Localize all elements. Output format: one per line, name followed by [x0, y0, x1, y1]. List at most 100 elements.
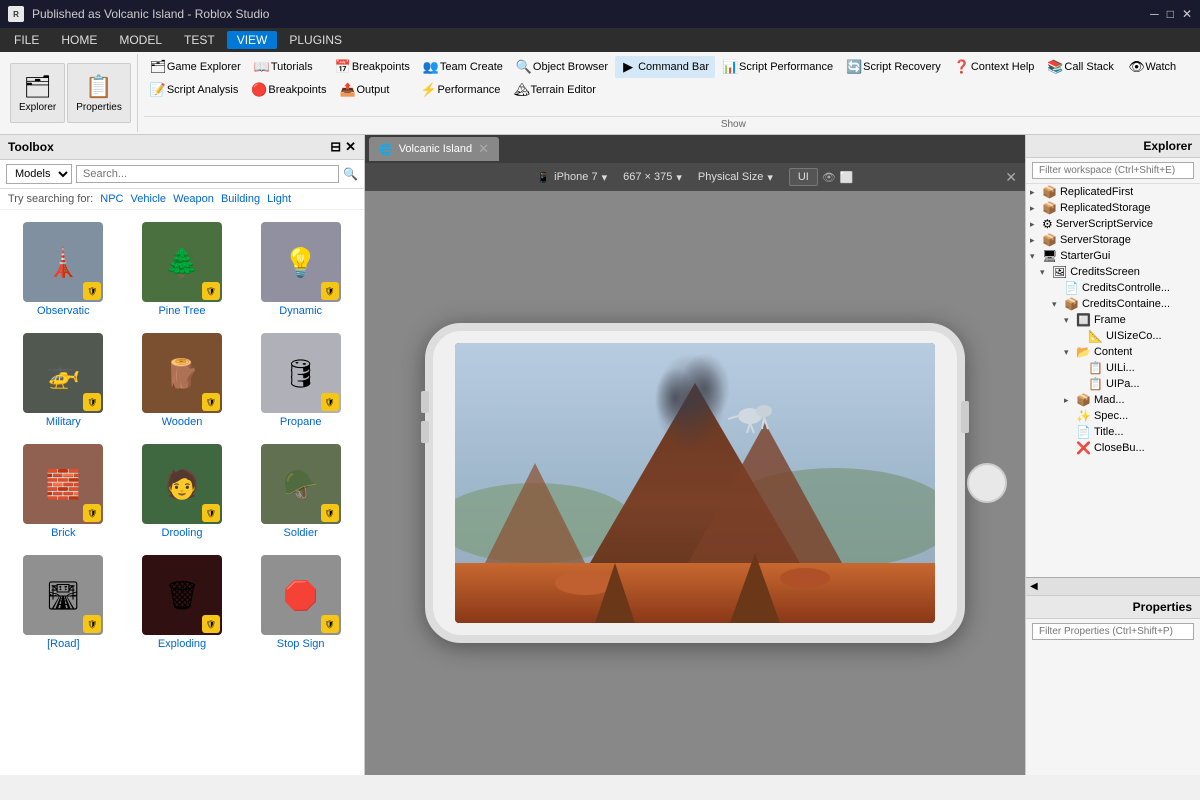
app-logo: R — [8, 6, 24, 22]
menu-model[interactable]: MODEL — [109, 31, 172, 49]
call-stack-btn[interactable]: 📚 Call Stack — [1041, 56, 1121, 78]
tree-item-spec[interactable]: ✨ Spec... — [1026, 408, 1200, 424]
explorer-search — [1026, 158, 1200, 184]
tree-item-replicated-storage[interactable]: ▸ 📦 ReplicatedStorage — [1026, 200, 1200, 216]
ui-toggle[interactable]: UI — [789, 168, 818, 186]
maximize-button[interactable]: □ — [1167, 7, 1174, 21]
object-browser-btn[interactable]: 🔍 Object Browser — [510, 56, 614, 78]
toolbox-item-drooling[interactable]: 🧑 🛡 Drooling — [127, 440, 238, 543]
toolbox-item-exploding[interactable]: 🗑 🛡 Exploding — [127, 551, 238, 654]
item-badge-brick: 🛡 — [83, 504, 101, 522]
menu-home[interactable]: HOME — [51, 31, 107, 49]
minimize-button[interactable]: ─ — [1150, 7, 1159, 21]
properties-search-input[interactable] — [1032, 623, 1194, 640]
menu-plugins[interactable]: PLUGINS — [279, 31, 352, 49]
script-performance-btn[interactable]: 📊 Script Performance — [716, 56, 839, 78]
tree-label-credits-controller: CreditsControlle... — [1082, 282, 1170, 294]
tree-item-server-script-service[interactable]: ▸ ⚙ ServerScriptService — [1026, 216, 1200, 232]
portrait-icon[interactable]: ⬜ — [840, 171, 854, 184]
properties-button[interactable]: 📋 Properties — [67, 63, 131, 123]
tree-item-ui-pa[interactable]: 📋 UIPa... — [1026, 376, 1200, 392]
toolbox-header: Toolbox ⊟ ✕ — [0, 135, 364, 160]
tree-item-close-bu[interactable]: ❌ CloseBu... — [1026, 440, 1200, 456]
breakpoints-btn[interactable]: 🔴 Command Bar Breakpoints — [245, 79, 332, 101]
tree-item-credits-container[interactable]: ▾ 📦 CreditsContaine... — [1026, 296, 1200, 312]
suggestion-npc[interactable]: NPC — [100, 193, 123, 205]
toolbar-close-btn[interactable]: ✕ — [1005, 169, 1017, 186]
terrain-editor-btn[interactable]: 🏔 Terrain Editor — [507, 79, 601, 101]
toolbox-item-stop-sign[interactable]: 🛑 🛡 Stop Sign — [245, 551, 356, 654]
device-name: iPhone 7 — [554, 171, 597, 183]
context-help-btn[interactable]: ❓ Context Help — [948, 56, 1041, 78]
tree-icon-credits-controller: 📄 — [1064, 281, 1079, 295]
viewport-tab-volcanic[interactable]: 🌐 Volcanic Island ✕ — [369, 137, 499, 161]
properties-panel: Properties — [1026, 595, 1200, 775]
toolbox-category-select[interactable]: Models — [6, 164, 72, 184]
tree-item-replicated-first[interactable]: ▸ 📦 ReplicatedFirst — [1026, 184, 1200, 200]
explorer-button[interactable]: 🗂 Explorer — [10, 63, 65, 123]
toolbox-item-propane[interactable]: 🛢 🛡 Propane — [245, 329, 356, 432]
toolbox-item-label-stop-sign: Stop Sign — [277, 638, 325, 650]
panel-scroll-left-btn[interactable]: ◀ — [1026, 581, 1042, 592]
command-bar-btn[interactable]: ▶ Command Bar — [615, 56, 715, 78]
size-mode-selector[interactable]: Physical Size ▾ — [698, 171, 773, 184]
suggestion-weapon[interactable]: Weapon — [173, 193, 214, 205]
tree-item-credits-screen[interactable]: ▾ 🖼 CreditsScreen — [1026, 264, 1200, 280]
tree-item-content[interactable]: ▾ 📂 Content — [1026, 344, 1200, 360]
game-explorer-btn[interactable]: 🗂 Game Explorer — [144, 56, 247, 78]
toolbox-item-pine-tree[interactable]: 🌲 🛡 Pine Tree — [127, 218, 238, 321]
toolbox-item-label-soldier: Soldier — [284, 527, 318, 539]
tree-item-mad[interactable]: ▸ 📦 Mad... — [1026, 392, 1200, 408]
toolbox-item-soldier[interactable]: 🪖 🛡 Soldier — [245, 440, 356, 543]
right-panel: Explorer ▸ 📦 ReplicatedFirst ▸ 📦 Replica… — [1025, 135, 1200, 775]
size-mode-value: Physical Size — [698, 171, 763, 183]
toolbox-dock-btn[interactable]: ⊟ — [330, 139, 341, 155]
tree-item-ui-li[interactable]: 📋 UILi... — [1026, 360, 1200, 376]
team-create-btn[interactable]: 👥 Team Create — [417, 56, 509, 78]
menu-view[interactable]: VIEW — [227, 31, 278, 49]
output-icon: 📤 — [339, 82, 353, 98]
toolbox-item-brick[interactable]: 🧱 🛡 Brick — [8, 440, 119, 543]
toolbox-item-observatic[interactable]: 🗼 🛡 Observatic — [8, 218, 119, 321]
toolbox-item-wooden[interactable]: 🪵 🛡 Wooden — [127, 329, 238, 432]
output-btn[interactable]: 📤 Output — [333, 79, 413, 101]
task-scheduler-btn[interactable]: 📅 Breakpoints — [329, 56, 416, 78]
toolbox-item-dynamic[interactable]: 💡 🛡 Dynamic — [245, 218, 356, 321]
tutorials-btn[interactable]: 📖 Tutorials — [248, 56, 328, 78]
resolution-selector[interactable]: 667 × 375 ▾ — [623, 171, 682, 184]
explorer-search-input[interactable] — [1032, 162, 1194, 179]
item-badge-propane: 🛡 — [321, 393, 339, 411]
script-analysis-btn[interactable]: 📝 Script Analysis — [144, 79, 245, 101]
title-bar: R Published as Volcanic Island - Roblox … — [0, 0, 1200, 28]
explorer-header: Explorer — [1026, 135, 1200, 158]
tree-item-credits-controller[interactable]: 📄 CreditsControlle... — [1026, 280, 1200, 296]
tree-icon-starter-gui: 🖥 — [1042, 249, 1057, 263]
tree-item-title[interactable]: 📄 Title... — [1026, 424, 1200, 440]
close-button[interactable]: ✕ — [1182, 7, 1192, 21]
tree-item-server-storage[interactable]: ▸ 📦 ServerStorage — [1026, 232, 1200, 248]
context-help-icon: ❓ — [954, 59, 968, 75]
properties-title: Properties — [1133, 600, 1192, 614]
tree-label-ui-pa: UIPa... — [1106, 378, 1140, 390]
suggestion-building[interactable]: Building — [221, 193, 260, 205]
tree-item-frame[interactable]: ▾ 🔲 Frame — [1026, 312, 1200, 328]
menu-file[interactable]: FILE — [4, 31, 49, 49]
tree-label-credits-container: CreditsContaine... — [1082, 298, 1170, 310]
tree-item-ui-size-co[interactable]: 📐 UISizeCo... — [1026, 328, 1200, 344]
tree-item-starter-gui[interactable]: ▾ 🖥 StarterGui — [1026, 248, 1200, 264]
viewport-tab-close[interactable]: ✕ — [478, 141, 489, 157]
performance-btn[interactable]: ⚡ Performance — [414, 79, 506, 101]
toolbox-search-input[interactable] — [76, 165, 339, 183]
suggestion-light[interactable]: Light — [267, 193, 291, 205]
script-recovery-btn[interactable]: 🔄 Script Recovery — [840, 56, 947, 78]
watch-btn[interactable]: 👁 Watch — [1122, 56, 1200, 78]
tree-icon-server-script-service: ⚙ — [1042, 217, 1053, 231]
suggestion-vehicle[interactable]: Vehicle — [131, 193, 166, 205]
eye-icon[interactable]: 👁 — [822, 171, 836, 184]
toolbox-item-military[interactable]: 🚁 🛡 Military — [8, 329, 119, 432]
device-selector[interactable]: 📱 iPhone 7 ▾ — [536, 171, 607, 184]
toolbox-item-road[interactable]: 🛣 🛡 [Road] — [8, 551, 119, 654]
toolbox-close-btn[interactable]: ✕ — [345, 139, 356, 155]
game-explorer-label: Game Explorer — [167, 61, 241, 73]
menu-test[interactable]: TEST — [174, 31, 225, 49]
